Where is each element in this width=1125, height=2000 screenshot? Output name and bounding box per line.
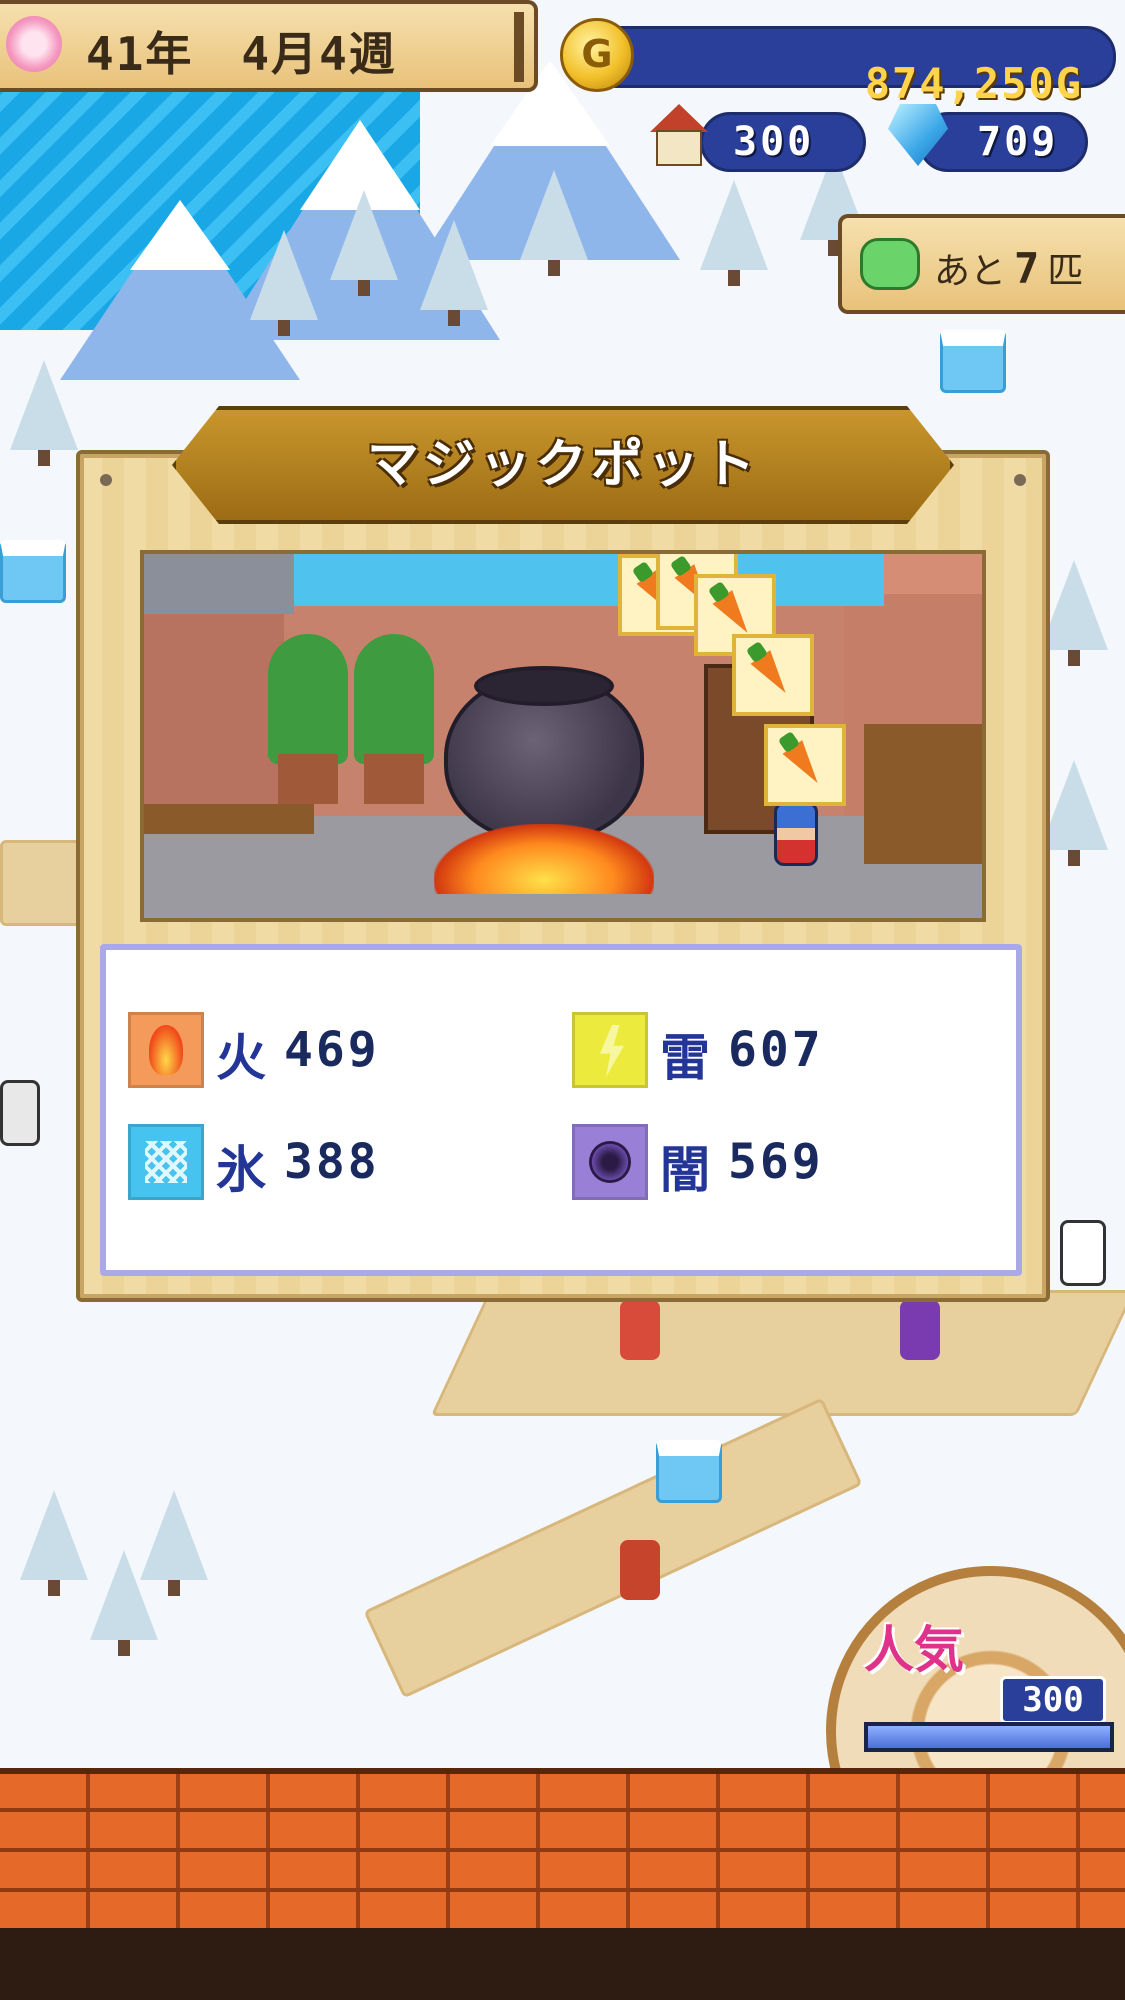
stat-dark: 闇 569 — [572, 1124, 972, 1204]
stat-value: 569 — [728, 1134, 824, 1190]
date-text: 41年 4月4週 — [86, 27, 397, 81]
carrot-icon — [712, 590, 758, 640]
carrot-icon — [750, 650, 796, 700]
stat-label: 氷 — [216, 1141, 266, 1199]
planter — [278, 754, 338, 804]
snow-tree — [520, 170, 588, 276]
mountain-snowcap — [130, 200, 230, 270]
house-icon — [650, 104, 708, 168]
dirt-path — [430, 1290, 1125, 1416]
stat-label: 雷 — [660, 1029, 710, 1087]
popularity-bar-fill — [868, 1726, 1110, 1748]
planter — [364, 754, 424, 804]
dark-icon — [572, 1124, 648, 1200]
ice-block[interactable] — [940, 330, 1006, 393]
roof — [144, 554, 294, 614]
ice-block[interactable] — [656, 1440, 722, 1503]
building-sign[interactable] — [0, 1080, 40, 1146]
popularity-bar — [864, 1722, 1114, 1752]
remaining-prefix: あと — [934, 251, 1007, 292]
remaining-count: 7 — [1014, 244, 1040, 293]
ice-icon — [128, 1124, 204, 1200]
ghost-character[interactable] — [1060, 1220, 1106, 1286]
carrot-icon — [782, 740, 828, 790]
snow-tree — [20, 1490, 88, 1596]
remaining-monsters-panel[interactable]: あと 7 匹 — [838, 214, 1125, 314]
tomato-plant — [268, 634, 348, 764]
adventurer-character[interactable] — [620, 1300, 660, 1360]
cauldron-rim — [474, 666, 614, 706]
snow-tree — [1040, 560, 1108, 666]
sky — [284, 554, 884, 606]
snow-tree — [140, 1490, 208, 1596]
stat-thunder: 雷 607 — [572, 1012, 972, 1092]
stat-label: 火 — [216, 1029, 266, 1087]
dialog-title: マジックポット — [366, 435, 759, 495]
house-count: 300 — [733, 119, 815, 165]
remaining-text: あと 7 匹 — [934, 242, 1083, 294]
snow-tree — [10, 360, 78, 466]
cherry-blossom-icon — [6, 16, 62, 72]
bottom-brick-bar — [0, 1768, 1125, 1928]
gold-coin-icon: G — [560, 18, 634, 92]
shelf — [864, 724, 982, 864]
adventurer-character[interactable] — [620, 1540, 660, 1600]
snow-tree — [250, 230, 318, 336]
rivet — [1014, 474, 1026, 486]
date-panel: 41年 4月4週 — [0, 0, 538, 92]
rivet — [100, 474, 112, 486]
remaining-suffix: 匹 — [1047, 251, 1084, 292]
dirt-path — [363, 1397, 863, 1699]
stat-ice: 氷 388 — [128, 1124, 528, 1204]
popularity-label: 人気 — [864, 1621, 964, 1679]
stat-value: 607 — [728, 1022, 824, 1078]
carrot-card — [764, 724, 846, 806]
snow-tree — [330, 190, 398, 296]
snow-tree — [700, 180, 768, 286]
stat-value: 388 — [284, 1134, 380, 1190]
date-progress-bar — [514, 12, 524, 82]
fire-icon — [128, 1012, 204, 1088]
knight-character — [774, 802, 818, 866]
monster-icon — [860, 238, 920, 290]
gold-counter: 874,250G — [586, 26, 1116, 108]
snow-tree — [1040, 760, 1108, 866]
fire — [434, 824, 654, 894]
tomato-plant — [354, 634, 434, 764]
house-counter: 300 — [700, 112, 866, 172]
stat-label: 闇 — [660, 1141, 710, 1199]
carrot-card — [732, 634, 814, 716]
popularity-value: 300 — [1022, 1680, 1084, 1720]
snow-tree — [420, 220, 488, 326]
table — [144, 804, 314, 834]
thunder-icon — [572, 1012, 648, 1088]
stat-value: 469 — [284, 1022, 380, 1078]
element-stats-panel: 火 469 雷 607 氷 388 闇 569 — [100, 944, 1022, 1276]
bottom-strip — [0, 1928, 1125, 2000]
stat-fire: 火 469 — [128, 1012, 528, 1092]
magic-pot-scene — [140, 550, 986, 922]
monster-character[interactable] — [900, 1300, 940, 1360]
crystal-count: 709 — [977, 119, 1059, 165]
ice-block[interactable] — [0, 540, 66, 603]
gold-amount: 874,250G — [864, 59, 1083, 108]
